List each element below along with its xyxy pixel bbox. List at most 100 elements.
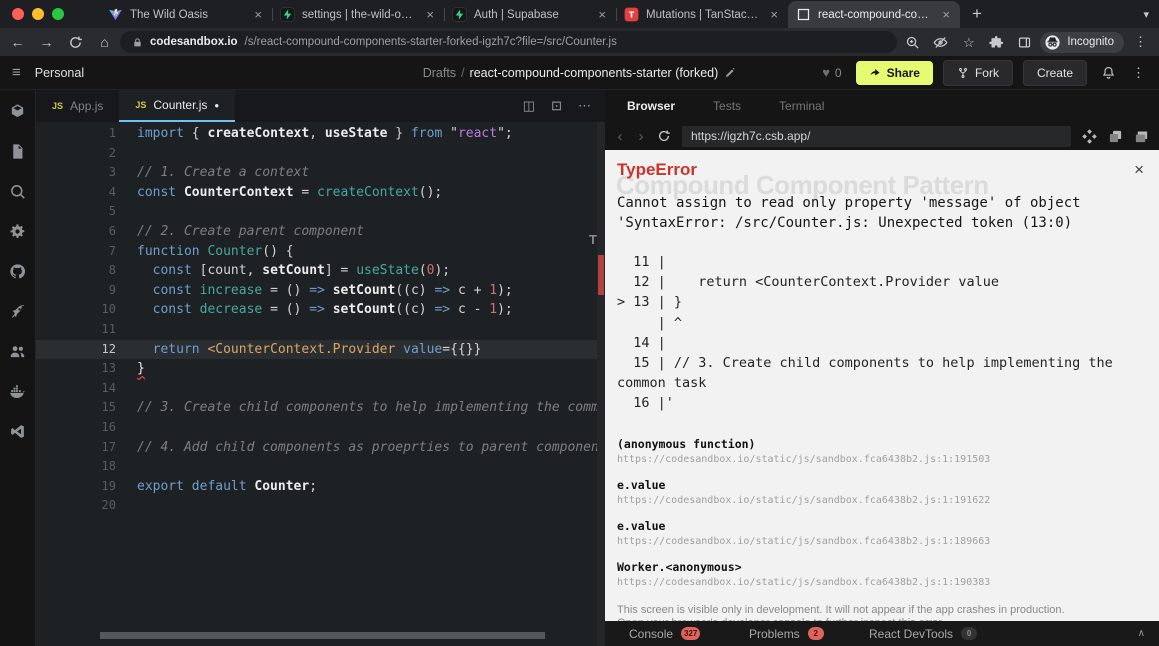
tab-close-icon[interactable]: × <box>424 7 436 22</box>
preview-tab-terminal[interactable]: Terminal <box>779 99 824 113</box>
stack-frame: e.value https://codesandbox.io/static/js/… <box>617 519 1147 547</box>
zoom-icon[interactable] <box>905 35 920 50</box>
code-line[interactable]: 6 // 2. Create parent component <box>36 222 605 242</box>
browser-tab[interactable]: settings | the-wild-oasis | jona × <box>272 1 444 28</box>
forward-icon[interactable]: → <box>39 34 54 50</box>
devtools-tab-problems[interactable]: Problems 2 <box>749 627 869 641</box>
browser-tab[interactable]: T Mutations | TanStack Query Do × <box>616 1 788 28</box>
browser-tab[interactable]: Auth | Supabase × <box>444 1 616 28</box>
users-icon[interactable] <box>9 343 26 360</box>
code-line[interactable]: 11 <box>36 320 605 340</box>
close-icon[interactable]: × <box>1134 160 1144 180</box>
stack-frame: e.value https://codesandbox.io/static/js/… <box>617 478 1147 506</box>
line-number: 12 <box>101 341 116 356</box>
editor-tab-label: App.js <box>70 99 104 113</box>
back-icon[interactable]: ← <box>10 34 25 50</box>
maximize-window-button[interactable] <box>52 8 64 20</box>
code-line[interactable]: 14 <box>36 379 605 399</box>
breadcrumb-parent[interactable]: Drafts <box>423 66 456 80</box>
responsive-mode-icon[interactable] <box>1082 128 1097 144</box>
browser-tab[interactable]: The Wild Oasis × <box>100 1 272 28</box>
code-line[interactable]: 2 <box>36 144 605 164</box>
code-line[interactable]: 9 const increase = () => setCount((c) =>… <box>36 281 605 301</box>
reload-icon[interactable] <box>68 35 83 50</box>
address-bar[interactable]: codesandbox.io/s/react-compound-componen… <box>120 31 898 53</box>
code-line[interactable]: 13} <box>36 359 605 379</box>
chevron-down-icon[interactable]: ▾ <box>1143 8 1159 21</box>
open-new-window-icon[interactable] <box>1108 129 1123 144</box>
star-icon[interactable]: ☆ <box>961 35 976 50</box>
header-kebab-menu-icon[interactable]: ⋮ <box>1130 65 1147 81</box>
code-line[interactable]: 10 const decrease = () => setCount((c) =… <box>36 300 605 320</box>
search-icon[interactable] <box>9 183 26 200</box>
code-line[interactable]: 20 <box>36 496 605 516</box>
tab-close-icon[interactable]: × <box>596 7 608 22</box>
open-preview-icon[interactable]: ⊡ <box>551 98 562 114</box>
eye-off-icon[interactable] <box>933 35 948 50</box>
editor-horizontal-scrollbar[interactable] <box>100 632 545 639</box>
incognito-badge: Incognito <box>1040 31 1124 53</box>
preview-url-field[interactable]: https://igzh7c.csb.app/ <box>682 125 1071 147</box>
bell-icon[interactable] <box>1101 65 1116 80</box>
home-icon[interactable]: ⌂ <box>97 34 112 50</box>
unsaved-dot-icon: ● <box>214 100 220 110</box>
code-line[interactable]: 4 const CounterContext = createContext(); <box>36 183 605 203</box>
create-button[interactable]: Create <box>1022 59 1087 86</box>
menu-icon[interactable]: ≡ <box>12 64 21 81</box>
code-line[interactable]: 17 // 4. Add child components as proeprti… <box>36 438 605 458</box>
browser-tab[interactable]: react-compound-components × <box>788 1 960 28</box>
docker-icon[interactable] <box>9 383 26 400</box>
share-button[interactable]: Share <box>855 60 933 85</box>
code-line[interactable]: 18 <box>36 457 605 477</box>
code-line[interactable]: 12 return <CounterContext.Provider value… <box>36 339 605 360</box>
preview-forward-icon[interactable]: › <box>636 128 646 145</box>
gear-icon[interactable] <box>9 223 26 240</box>
rocket-icon[interactable] <box>9 303 26 320</box>
tab-close-icon[interactable]: × <box>940 7 952 22</box>
editor-vertical-scrollbar[interactable] <box>597 122 605 646</box>
tab-close-icon[interactable]: × <box>768 7 780 22</box>
devtools-tab-console[interactable]: Console 327 <box>629 627 749 641</box>
code-line[interactable]: 5 <box>36 202 605 222</box>
kebab-menu-icon[interactable]: ⋮ <box>1132 34 1149 50</box>
editor-tab[interactable]: JS Counter.js ● <box>119 90 236 122</box>
preview-tab-tests[interactable]: Tests <box>713 99 741 113</box>
likes-counter[interactable]: ♥ 0 <box>822 65 841 80</box>
tab-title: Mutations | TanStack Query Do <box>646 8 761 21</box>
vscode-icon[interactable] <box>9 423 26 440</box>
github-icon[interactable] <box>9 263 26 280</box>
cube-icon[interactable] <box>9 103 26 120</box>
devtools-tab-label: React DevTools <box>869 626 954 641</box>
editor-tab[interactable]: JS App.js <box>36 90 119 122</box>
code-line[interactable]: 15 // 3. Create child components to help … <box>36 398 605 418</box>
code-line[interactable]: 1 import { createContext, useState } from… <box>36 124 605 144</box>
error-stack-trace: (anonymous function) https://codesandbox.… <box>617 437 1147 588</box>
fork-button[interactable]: Fork <box>942 59 1013 86</box>
error-title: TypeError <box>617 160 697 179</box>
layers-icon[interactable] <box>1134 129 1149 144</box>
split-editor-icon[interactable]: ◫ <box>523 98 535 114</box>
breadcrumb-separator: / <box>461 65 465 80</box>
code-line[interactable]: 7 function Counter() { <box>36 242 605 262</box>
tab-close-icon[interactable]: × <box>252 7 264 22</box>
edit-title-icon[interactable] <box>724 67 736 79</box>
extensions-icon[interactable] <box>989 35 1004 50</box>
code-line[interactable]: 16 <box>36 418 605 438</box>
preview-back-icon[interactable]: ‹ <box>615 128 625 145</box>
tab-panel-icon[interactable] <box>1017 35 1032 50</box>
preview-tab-browser[interactable]: Browser <box>627 99 675 113</box>
editor-body[interactable]: 1 import { createContext, useState } from… <box>36 122 605 646</box>
minimize-window-button[interactable] <box>32 8 44 20</box>
breadcrumb-current[interactable]: react-compound-components-starter (forke… <box>470 66 719 80</box>
more-icon[interactable]: ⋯ <box>578 98 591 114</box>
chevron-up-icon[interactable]: ∧ <box>1138 628 1145 639</box>
preview-reload-icon[interactable] <box>657 129 671 143</box>
code-line[interactable]: 8 const [count, setCount] = useState(0); <box>36 261 605 281</box>
code-line[interactable]: 3 // 1. Create a context <box>36 163 605 183</box>
devtools-tab-react-devtools[interactable]: React DevTools 0 <box>869 627 989 641</box>
close-window-button[interactable] <box>12 8 24 20</box>
workspace-name[interactable]: Personal <box>35 66 84 80</box>
new-tab-button[interactable]: + <box>960 4 994 24</box>
file-icon[interactable] <box>9 143 26 160</box>
code-line[interactable]: 19 export default Counter; <box>36 477 605 497</box>
